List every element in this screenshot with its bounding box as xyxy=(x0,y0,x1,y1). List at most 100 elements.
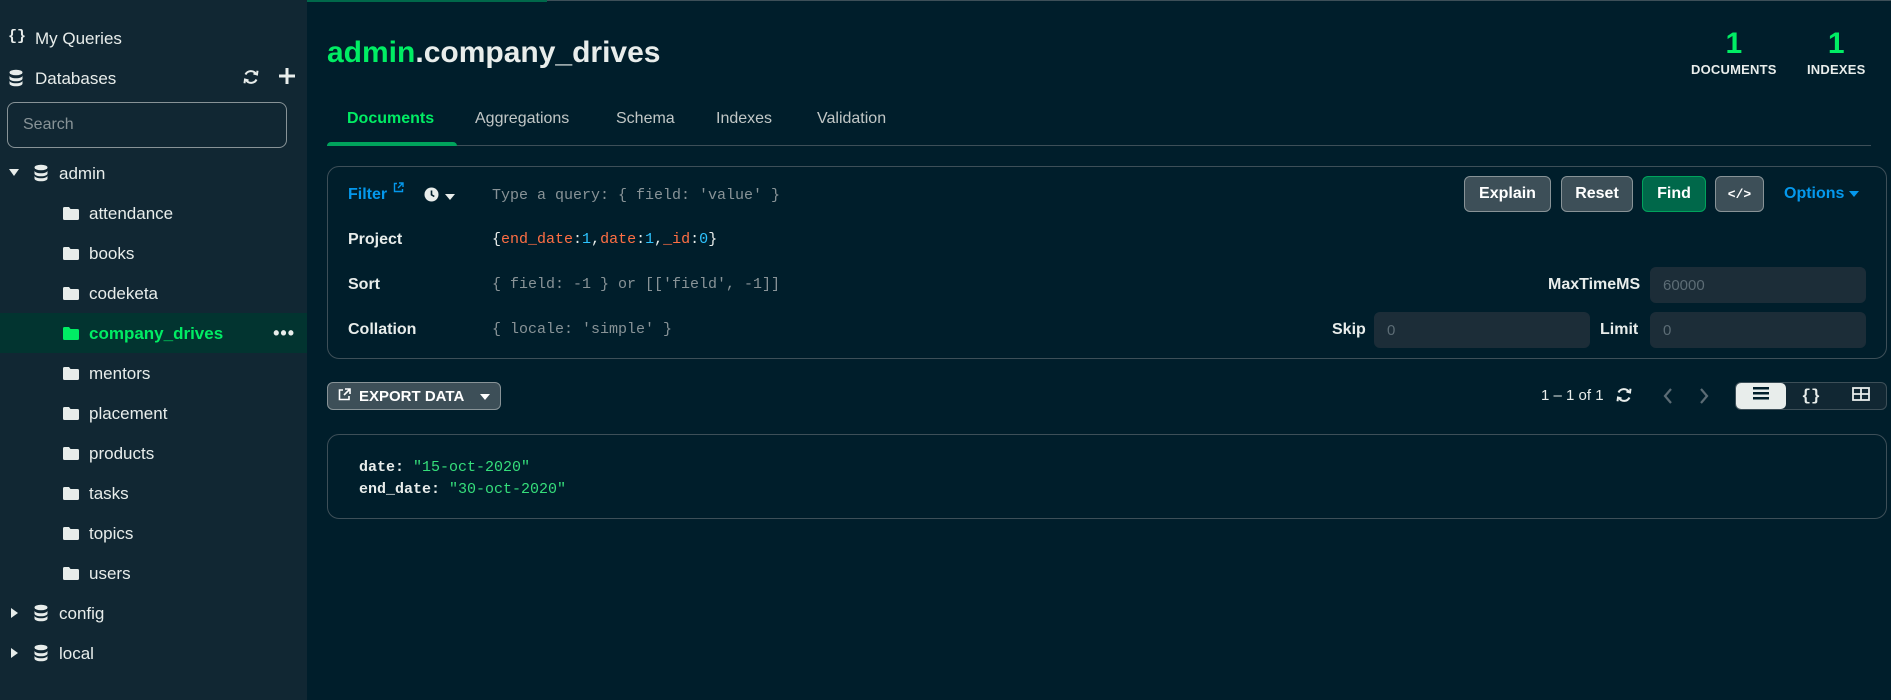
tab-documents[interactable]: Documents xyxy=(347,110,434,146)
sort-input[interactable]: { field: -1 } or [['field', -1]] xyxy=(492,276,780,293)
document-card[interactable]: date: "15-oct-2020" end_date: "30-oct-20… xyxy=(327,434,1887,519)
field-value: "30-oct-2020" xyxy=(449,481,567,498)
db-label: local xyxy=(59,644,94,663)
sidebar-item-placement[interactable]: placement xyxy=(0,393,307,433)
caret-down-icon xyxy=(1848,185,1859,202)
sidebar-item-codeketa[interactable]: codeketa xyxy=(0,273,307,313)
collection-label: mentors xyxy=(89,364,151,383)
divider xyxy=(547,0,1891,1)
limit-input[interactable]: 0 xyxy=(1650,312,1866,348)
project-input[interactable]: {end_date:1,date:1,_id:0} xyxy=(492,231,717,248)
options-label: Options xyxy=(1784,185,1845,202)
query-bar: Filter Type a query: { field: 'value' } … xyxy=(327,166,1887,359)
table-view-button[interactable] xyxy=(1836,383,1886,409)
refresh-results-icon[interactable] xyxy=(1615,386,1633,409)
project-value: 1 xyxy=(582,231,592,248)
tab-validation[interactable]: Validation xyxy=(817,110,886,146)
sidebar-item-books[interactable]: books xyxy=(0,233,307,273)
project-key: date xyxy=(600,231,637,248)
project-key: _id xyxy=(663,231,691,248)
previous-page-icon[interactable] xyxy=(1663,388,1673,409)
collection-label: books xyxy=(89,244,135,263)
maxtimems-input[interactable]: 60000 xyxy=(1650,267,1866,303)
caret-right-icon[interactable] xyxy=(11,608,19,618)
caret-right-icon[interactable] xyxy=(11,648,19,658)
sidebar-item-tasks[interactable]: tasks xyxy=(0,473,307,513)
database-icon xyxy=(8,69,24,87)
external-link-icon xyxy=(393,180,404,197)
databases-label: Databases xyxy=(35,69,117,88)
namespace-db: admin xyxy=(327,36,416,69)
query-history-button[interactable] xyxy=(424,187,455,207)
braces-icon: {} xyxy=(1801,387,1821,405)
filter-link[interactable]: Filter xyxy=(348,182,404,204)
collection-label: attendance xyxy=(89,204,174,223)
skip-label: Skip xyxy=(1332,321,1366,338)
collection-label: company_drives xyxy=(89,324,224,343)
folder-icon xyxy=(63,207,79,220)
sidebar-item-attendance[interactable]: attendance xyxy=(0,193,307,233)
collation-input[interactable]: { locale: 'simple' } xyxy=(492,321,672,338)
collation-label: Collation xyxy=(348,321,417,338)
collection-label: topics xyxy=(89,524,134,543)
folder-icon xyxy=(63,487,79,500)
sidebar-item-users[interactable]: users xyxy=(0,553,307,593)
list-icon xyxy=(1753,387,1769,405)
field-value: "15-oct-2020" xyxy=(413,459,531,476)
pagination-summary: 1 – 1 of 1 xyxy=(1541,387,1604,404)
reset-button[interactable]: Reset xyxy=(1561,176,1633,212)
db-item-config[interactable]: config xyxy=(0,593,307,633)
field-key: end_date xyxy=(359,481,432,498)
list-view-button[interactable] xyxy=(1736,383,1786,409)
export-to-language-button[interactable]: </> xyxy=(1715,176,1764,212)
caret-down-icon[interactable] xyxy=(9,169,19,177)
export-data-button[interactable]: EXPORT DATA xyxy=(327,382,501,410)
folder-icon xyxy=(63,407,79,420)
refresh-icon[interactable] xyxy=(242,68,260,86)
database-icon xyxy=(33,604,49,622)
sidebar-item-company-drives[interactable]: company_drives ••• xyxy=(0,313,307,353)
explain-button[interactable]: Explain xyxy=(1464,176,1551,212)
export-label: EXPORT DATA xyxy=(359,387,465,405)
sidebar-item-topics[interactable]: topics xyxy=(0,513,307,553)
export-icon xyxy=(338,387,351,405)
project-brace-close: } xyxy=(708,231,718,248)
tab-indexes[interactable]: Indexes xyxy=(716,110,772,146)
collection-label: tasks xyxy=(89,484,129,503)
documents-count: 1 xyxy=(1725,27,1743,60)
main-panel: admin.company_drives 1 DOCUMENTS 1 INDEX… xyxy=(307,0,1891,700)
db-item-local[interactable]: local xyxy=(0,633,307,673)
document-field: end_date: "30-oct-2020" xyxy=(359,481,567,498)
braces-icon: {} xyxy=(8,28,27,45)
sort-label: Sort xyxy=(348,276,380,293)
my-queries-label: My Queries xyxy=(35,29,122,48)
code-icon: </> xyxy=(1727,186,1752,202)
json-view-button[interactable]: {} xyxy=(1786,383,1836,409)
maxtimems-label: MaxTimeMS xyxy=(1548,276,1641,293)
sidebar-item-products[interactable]: products xyxy=(0,433,307,473)
sidebar-search-input[interactable] xyxy=(7,102,287,148)
db-item-admin[interactable]: admin xyxy=(0,153,307,193)
filter-input[interactable]: Type a query: { field: 'value' } xyxy=(492,187,780,204)
tab-schema[interactable]: Schema xyxy=(616,110,675,146)
options-toggle[interactable]: Options xyxy=(1784,185,1859,203)
project-key: end_date xyxy=(501,231,574,248)
next-page-icon[interactable] xyxy=(1699,388,1709,409)
skip-input[interactable]: 0 xyxy=(1374,312,1590,348)
database-icon xyxy=(33,644,49,662)
add-database-icon[interactable] xyxy=(278,67,296,85)
tab-aggregations[interactable]: Aggregations xyxy=(475,110,569,146)
sidebar: {} My Queries Databases admin xyxy=(0,0,307,700)
find-button[interactable]: Find xyxy=(1642,176,1706,212)
databases-header[interactable]: Databases xyxy=(0,58,307,98)
sidebar-item-mentors[interactable]: mentors xyxy=(0,353,307,393)
filter-label: Filter xyxy=(348,186,388,203)
caret-down-icon xyxy=(480,388,491,405)
folder-icon xyxy=(63,527,79,540)
folder-icon xyxy=(63,287,79,300)
my-queries-item[interactable]: {} My Queries xyxy=(0,18,307,58)
more-actions-icon[interactable]: ••• xyxy=(273,323,295,344)
document-field: date: "15-oct-2020" xyxy=(359,459,531,476)
field-key: date xyxy=(359,459,396,476)
namespace-title: admin.company_drives xyxy=(327,36,660,70)
